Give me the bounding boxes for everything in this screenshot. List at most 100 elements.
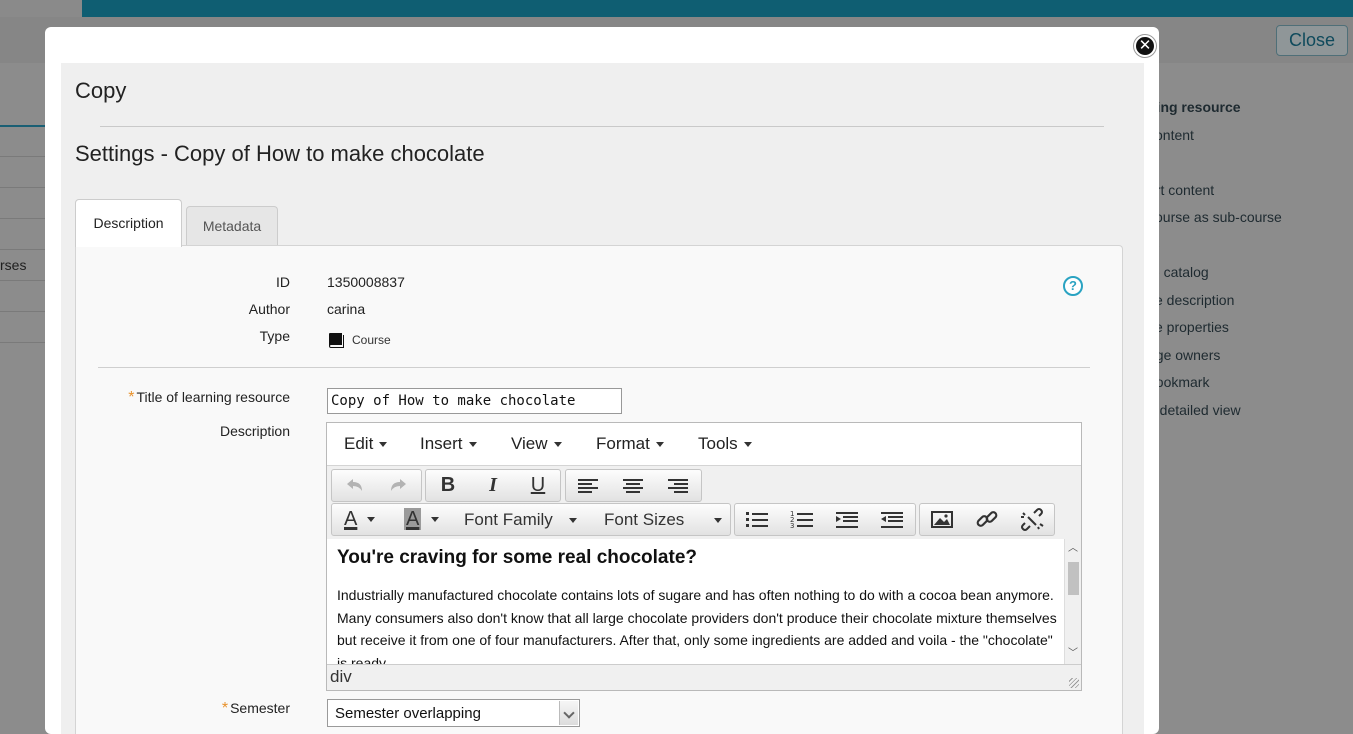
id-value: 1350008837	[327, 274, 405, 290]
caret-down-icon	[367, 517, 376, 523]
tab-metadata[interactable]: Metadata	[186, 206, 278, 245]
font-family-select[interactable]: Font Family	[456, 504, 588, 535]
align-center-icon	[623, 479, 643, 493]
menu-view[interactable]: View	[511, 434, 562, 454]
right-menu-item: y	[1148, 151, 1353, 179]
content-paragraph: Industrially manufactured chocolate cont…	[337, 587, 1057, 664]
resize-handle-icon[interactable]	[1069, 678, 1079, 688]
caret-down-icon	[468, 442, 477, 448]
align-right-icon	[668, 479, 688, 493]
editor-scrollbar[interactable]: ︿ ﹀	[1064, 539, 1081, 664]
underline-button[interactable]: U	[516, 470, 560, 501]
modal-close-button[interactable]: ✕	[1134, 35, 1156, 57]
menu-format[interactable]: Format	[596, 434, 664, 454]
right-menu-item: ort content	[1148, 181, 1215, 198]
top-navigation-bar	[82, 0, 1353, 17]
menu-label: Edit	[344, 434, 374, 453]
author-label: Author	[248, 301, 290, 317]
text-style-group: B I U	[425, 469, 561, 502]
type-label: Type	[259, 328, 290, 344]
editor-menubar: Edit Insert View Format Tools	[327, 423, 1081, 466]
background-left-nav: rses	[0, 125, 46, 373]
rich-text-editor: Edit Insert View Format Tools B I U A A …	[326, 422, 1082, 691]
right-menu-item: course as sub-course	[1148, 209, 1282, 225]
editor-toolbar: B I U A A Font Family Font Sizes 1 2 3	[327, 466, 1081, 539]
align-center-button[interactable]	[611, 470, 655, 501]
menu-edit[interactable]: Edit	[344, 434, 388, 454]
background-right-menu: ning resource content y ort content cour…	[1148, 96, 1353, 426]
settings-title: Settings - Copy of How to make chocolate	[75, 141, 485, 166]
caret-down-icon	[655, 442, 664, 448]
right-menu-item: e detailed view	[1148, 401, 1241, 418]
alignment-group	[565, 469, 702, 502]
left-nav-row	[0, 280, 46, 311]
decrease-indent-button[interactable]	[825, 504, 869, 535]
left-nav-row	[0, 342, 46, 373]
right-menu-item: bookmark	[1148, 374, 1210, 390]
right-menu-item: age owners	[1148, 346, 1221, 363]
right-menu-item: te	[1148, 234, 1353, 262]
element-path[interactable]: div	[330, 667, 352, 686]
background-color-button[interactable]: A	[394, 504, 454, 535]
font-group: A A Font Family Font Sizes	[331, 503, 731, 536]
align-right-button[interactable]	[656, 470, 700, 501]
italic-button[interactable]: I	[471, 470, 515, 501]
font-sizes-select[interactable]: Font Sizes	[596, 504, 728, 535]
list-indent-group: 123	[734, 503, 916, 536]
caret-down-icon	[743, 442, 752, 448]
insert-image-button[interactable]	[920, 504, 964, 535]
scroll-thumb[interactable]	[1068, 562, 1079, 595]
modal-title: Copy	[75, 78, 127, 103]
left-nav-row: rses	[0, 249, 46, 280]
numbered-list-button[interactable]: 123	[780, 504, 824, 535]
bullet-list-icon	[746, 512, 768, 527]
outdent-icon	[836, 512, 858, 528]
bold-button[interactable]: B	[426, 470, 470, 501]
caret-down-icon	[568, 518, 577, 524]
author-value: carina	[327, 301, 366, 317]
menu-label: Insert	[420, 434, 463, 453]
right-menu-heading: ning resource	[1148, 99, 1241, 115]
numbered-list-icon: 123	[790, 510, 813, 530]
image-icon	[931, 511, 953, 528]
undo-button[interactable]	[332, 470, 376, 501]
left-nav-row	[0, 218, 46, 249]
required-marker: *	[128, 389, 135, 406]
book-icon	[328, 332, 346, 349]
chevron-up-icon[interactable]: ︿	[1065, 541, 1081, 557]
caret-down-icon	[431, 517, 440, 523]
chevron-down-icon[interactable]	[559, 701, 578, 725]
text-color-button[interactable]: A	[332, 504, 392, 535]
menu-label: Tools	[698, 434, 738, 453]
right-menu-item: to catalog	[1148, 264, 1209, 280]
title-label-text: Title of learning resource	[136, 389, 290, 405]
required-marker: *	[221, 700, 229, 717]
redo-button[interactable]	[377, 470, 421, 501]
right-menu-item: content	[1148, 126, 1194, 143]
editor-document: You're craving for some real chocolate? …	[337, 539, 1059, 664]
background-color-icon: A	[404, 508, 422, 530]
left-nav-row	[0, 125, 46, 156]
remove-link-button[interactable]	[1010, 504, 1054, 535]
caret-down-icon	[553, 442, 562, 448]
increase-indent-button[interactable]	[870, 504, 914, 535]
left-nav-label: rses	[0, 257, 27, 273]
unlink-icon	[1021, 508, 1044, 531]
align-left-icon	[578, 479, 598, 493]
menu-insert[interactable]: Insert	[420, 434, 477, 454]
bullet-list-button[interactable]	[735, 504, 779, 535]
menu-tools[interactable]: Tools	[698, 434, 752, 454]
help-icon[interactable]: ?	[1063, 276, 1083, 296]
align-left-button[interactable]	[566, 470, 610, 501]
title-input[interactable]	[327, 388, 622, 414]
chevron-down-icon[interactable]: ﹀	[1065, 646, 1081, 662]
divider	[100, 126, 1104, 127]
id-label: ID	[276, 274, 290, 290]
editor-content[interactable]: You're craving for some real chocolate? …	[327, 539, 1081, 664]
menu-label: View	[511, 434, 548, 453]
semester-select[interactable]: Semester overlapping	[327, 699, 580, 727]
insert-link-button[interactable]	[965, 504, 1009, 535]
semester-label: * Semester	[90, 700, 290, 718]
tab-description[interactable]: Description	[75, 199, 182, 247]
right-menu-item: se description	[1148, 291, 1235, 308]
